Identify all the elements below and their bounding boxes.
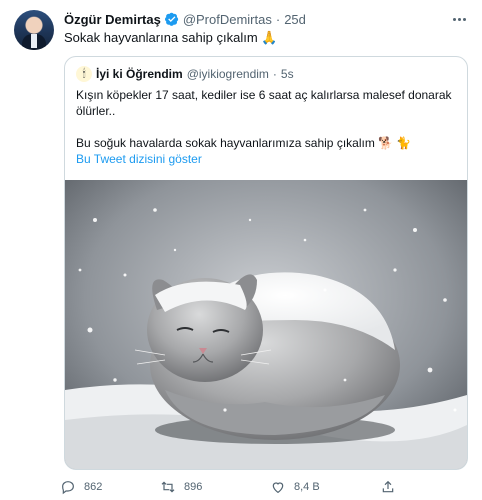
quoted-separator-dot: · xyxy=(272,67,277,81)
retweet-icon xyxy=(161,481,175,493)
separator-dot: · xyxy=(275,11,281,27)
verified-badge-icon xyxy=(164,12,178,26)
author-name[interactable]: Özgür Demirtaş xyxy=(64,12,161,27)
retweet-count: 896 xyxy=(184,481,203,493)
tweet-actions: 862 896 8,4 B xyxy=(60,476,420,498)
quoted-timestamp: 5s xyxy=(280,67,294,81)
quoted-avatar-icon[interactable]: 🕯 xyxy=(76,66,92,82)
quoted-author-name: İyi ki Öğrendim xyxy=(96,67,183,81)
retweet-button[interactable]: 896 xyxy=(160,476,202,498)
quoted-text-line-2: Bu soğuk havalarda sokak hayvanlarımıza … xyxy=(76,136,412,150)
quoted-author-handle: @iyikiogrendim xyxy=(186,67,269,81)
quoted-text-line-1: Kışın köpekler 17 saat, kediler ise 6 sa… xyxy=(76,88,452,118)
show-thread-link[interactable]: Bu Tweet dizisini göster xyxy=(76,151,461,167)
share-icon xyxy=(382,480,394,493)
tweet[interactable]: Özgür Demirtaş @ProfDemirtas · 25d Sokak… xyxy=(0,0,482,500)
reply-button[interactable]: 862 xyxy=(60,476,102,498)
more-options-icon[interactable] xyxy=(450,10,468,28)
snow-covered-cat-photo[interactable] xyxy=(65,180,467,470)
share-button[interactable] xyxy=(380,476,396,498)
heart-icon xyxy=(272,482,284,494)
quoted-tweet-text: Kışın köpekler 17 saat, kediler ise 6 sa… xyxy=(76,87,461,167)
like-count: 8,4 B xyxy=(294,481,320,493)
author-avatar[interactable] xyxy=(14,10,54,50)
quoted-tweet-header: 🕯 İyi ki Öğrendim @iyikiogrendim · 5s xyxy=(76,66,294,82)
author-handle[interactable]: @ProfDemirtas xyxy=(183,12,272,27)
like-button[interactable]: 8,4 B xyxy=(270,476,320,498)
reply-icon xyxy=(62,481,74,495)
quoted-tweet[interactable]: 🕯 İyi ki Öğrendim @iyikiogrendim · 5s Kı… xyxy=(64,56,468,470)
tweet-header: Özgür Demirtaş @ProfDemirtas · 25d xyxy=(64,10,306,28)
tweet-timestamp[interactable]: 25d xyxy=(284,12,306,27)
reply-count: 862 xyxy=(84,481,103,493)
tweet-text: Sokak hayvanlarına sahip çıkalım 🙏 xyxy=(64,30,278,45)
